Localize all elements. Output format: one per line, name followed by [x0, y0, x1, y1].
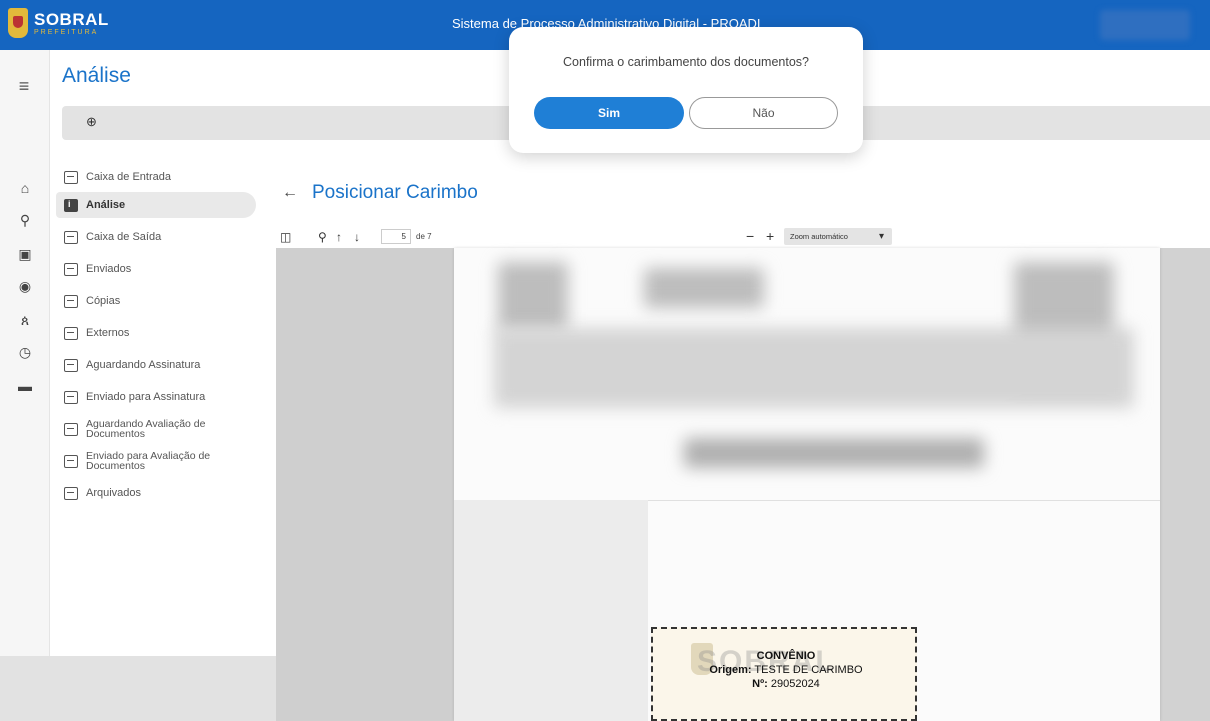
sidebar-item-label: Aguardando Avaliação de Documentos: [86, 418, 206, 440]
document-title: Posicionar Carimbo: [312, 182, 478, 203]
sidebar-item-label: Externos: [86, 327, 130, 339]
footer-area: [0, 656, 276, 721]
prefeitura-logo[interactable]: SOBRAL PREFEITURA: [8, 8, 109, 38]
confirm-dialog: Confirma o carimbamento dos documentos? …: [509, 27, 863, 153]
search-icon[interactable]: ⚲: [15, 210, 35, 230]
blurred-content: [498, 262, 568, 332]
sidebar-item-label: Análise: [86, 199, 126, 211]
previous-page-icon[interactable]: ↑: [336, 230, 342, 244]
sidebar-item-arquivados[interactable]: Arquivados: [56, 480, 256, 506]
review-pending-icon: [64, 422, 78, 436]
crest-icon: [8, 8, 28, 38]
menu-icon[interactable]: ≡: [13, 76, 35, 97]
document-header: ← Posicionar Carimbo: [282, 182, 478, 204]
zoom-out-icon[interactable]: −: [746, 228, 754, 244]
document-add-icon[interactable]: ▣: [15, 244, 35, 264]
stamp-box[interactable]: SOBRAL CONVÊNIO Origem: TESTE DE CARIMBO…: [651, 627, 917, 721]
sidebar-item-externos[interactable]: Externos: [56, 320, 256, 346]
info-icon: [64, 198, 78, 212]
pdf-toolbar: ◫ ⚲ ↑ ↓ de 7 − + Zoom automático: [276, 226, 1210, 248]
target-icon[interactable]: ◉: [15, 276, 35, 296]
back-arrow-icon[interactable]: ←: [282, 184, 298, 202]
sidebar-item-label: Caixa de Saída: [86, 231, 162, 243]
sidebar-item-caixa-saida[interactable]: Caixa de Saída: [56, 224, 256, 250]
sidebar-item-label: Cópias: [86, 295, 121, 307]
outbox-icon: [64, 230, 78, 244]
yes-button[interactable]: Sim: [534, 97, 684, 129]
sidebar-item-label: Arquivados: [86, 487, 142, 499]
inbox-icon: [64, 170, 78, 184]
clock-icon[interactable]: ◷: [15, 342, 35, 362]
page-title: Análise: [62, 64, 131, 87]
sidebar-item-label: Enviado para Avaliação de Documentos: [86, 450, 211, 472]
sidebar-item-label: Aguardando Assinatura: [86, 359, 201, 371]
signature-pending-icon: [64, 358, 78, 372]
next-page-icon[interactable]: ↓: [354, 230, 360, 244]
sidebar-item-aguardando-assinatura[interactable]: Aguardando Assinatura: [56, 352, 256, 378]
sidebar-item-enviados[interactable]: Enviados: [56, 256, 256, 282]
blurred-content: [684, 438, 984, 468]
page-number-input[interactable]: [381, 229, 411, 244]
external-icon: [64, 326, 78, 340]
zoom-in-icon[interactable]: +: [766, 228, 774, 244]
dialog-message: Confirma o carimbamento dos documentos?: [563, 55, 809, 69]
signature-sent-icon: [64, 390, 78, 404]
sidebar-item-analise[interactable]: Análise: [56, 192, 256, 218]
zoom-select[interactable]: Zoom automático: [784, 228, 892, 245]
sidebar-item-enviado-assinatura[interactable]: Enviado para Assinatura: [56, 384, 256, 410]
sidebar-item-label: Caixa de Entrada: [86, 171, 171, 183]
stamp-origin-label: Origem:: [709, 664, 752, 676]
copy-icon: [64, 294, 78, 308]
logo-subtitle: PREFEITURA: [34, 28, 99, 36]
sidebar-item-caixa-entrada[interactable]: Caixa de Entrada: [56, 164, 256, 190]
archive-icon[interactable]: ▬: [15, 376, 35, 396]
review-sent-icon: [64, 454, 78, 468]
blurred-content: [644, 268, 764, 308]
search-zoom-icon[interactable]: ⊕: [86, 114, 97, 130]
stamp-origin-value: TESTE DE CARIMBO: [754, 664, 863, 676]
blurred-content: [494, 328, 1134, 408]
sidebar-item-enviado-avaliacao[interactable]: Enviado para Avaliação de Documentos: [56, 448, 256, 474]
user-menu[interactable]: [1100, 10, 1190, 40]
find-icon[interactable]: ⚲: [318, 230, 327, 244]
sent-icon: [64, 262, 78, 276]
page-count: de 7: [416, 232, 432, 241]
stamp-number-value: 29052024: [770, 678, 820, 690]
sidebar-item-copias[interactable]: Cópias: [56, 288, 256, 314]
logo-title: SOBRAL: [34, 9, 109, 29]
archive-box-icon: [64, 486, 78, 500]
stamp-title: CONVÊNIO: [756, 650, 816, 662]
no-button[interactable]: Não: [689, 97, 838, 129]
stamp-number-label: Nº:: [752, 678, 768, 690]
sidebar-toggle-icon[interactable]: ◫: [280, 230, 291, 244]
sidebar-item-label: Enviados: [86, 263, 132, 275]
people-icon[interactable]: ጰ: [15, 310, 35, 330]
sidebar-item-aguardando-avaliacao[interactable]: Aguardando Avaliação de Documentos: [56, 416, 256, 442]
home-icon[interactable]: ⌂: [15, 178, 35, 198]
sidebar-item-label: Enviado para Assinatura: [86, 391, 206, 403]
pdf-thumbnail-panel: [276, 248, 454, 721]
